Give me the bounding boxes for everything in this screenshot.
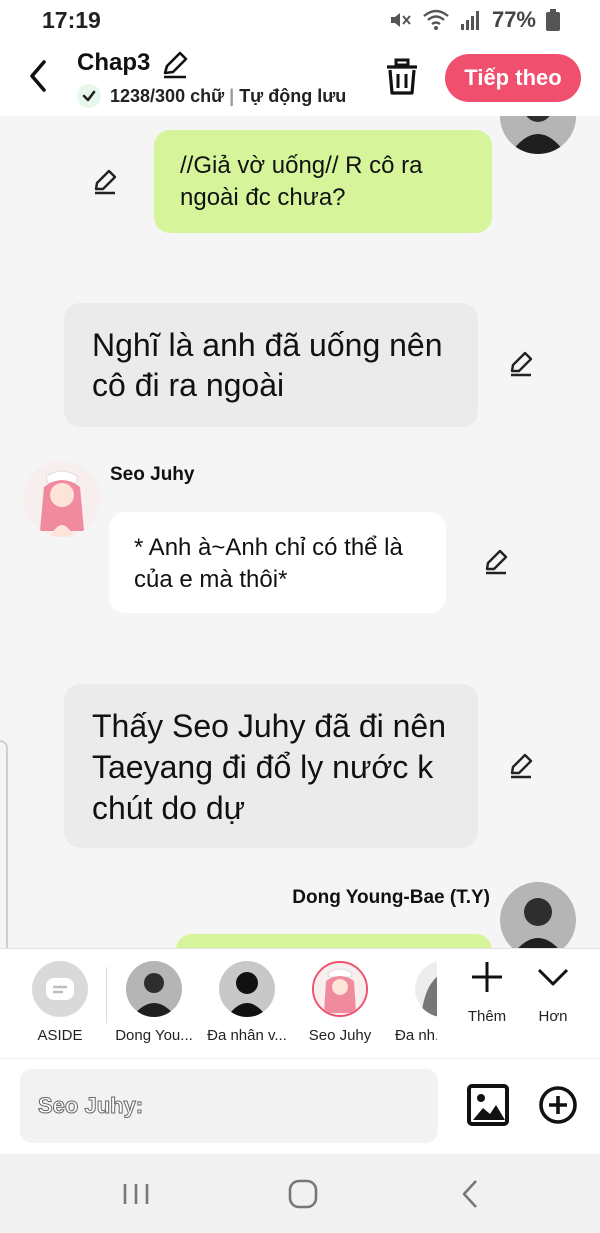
back-button[interactable] bbox=[24, 58, 56, 94]
image-icon bbox=[467, 1084, 509, 1126]
message-bubble[interactable]: * Anh à~Anh chỉ có thể là của e mà thôi* bbox=[109, 512, 446, 613]
battery-icon bbox=[546, 9, 560, 31]
plus-icon bbox=[472, 962, 502, 992]
character-da-nhan-vat[interactable]: Đa nhân v... bbox=[201, 961, 293, 1044]
word-count-value: 1238/300 chữ bbox=[110, 86, 225, 106]
edit-message-icon[interactable] bbox=[482, 548, 510, 576]
more-label: Hơn bbox=[538, 1008, 568, 1025]
avatar bbox=[415, 961, 437, 1017]
delete-button[interactable] bbox=[385, 58, 419, 96]
avatar-dong-young-bae[interactable] bbox=[500, 882, 576, 948]
wifi-icon bbox=[422, 8, 450, 32]
narration-bubble[interactable]: Nghĩ là anh đã uống nên cô đi ra ngoài bbox=[64, 303, 478, 427]
system-nav-bar bbox=[0, 1154, 600, 1233]
avatar bbox=[126, 961, 182, 1017]
plus-circle-icon bbox=[539, 1086, 577, 1124]
word-count: 1238/300 chữ | Tự động lưu bbox=[110, 86, 347, 106]
system-back-button[interactable] bbox=[452, 1176, 492, 1212]
signal-icon bbox=[460, 9, 482, 31]
recents-icon bbox=[123, 1184, 149, 1204]
saved-check-icon bbox=[77, 84, 101, 108]
edit-title-icon[interactable] bbox=[160, 50, 190, 80]
character-dong-young-bae[interactable]: Dong You... bbox=[108, 961, 200, 1044]
character-aside[interactable]: ASIDE bbox=[14, 961, 106, 1044]
home-button[interactable] bbox=[283, 1176, 323, 1212]
edit-message-icon[interactable] bbox=[507, 752, 535, 780]
chat-area[interactable]: //Giả vờ uống// R cô ra ngoài đc chưa? N… bbox=[0, 116, 600, 948]
autosave-label: Tự động lưu bbox=[239, 86, 347, 106]
add-label: Thêm bbox=[467, 1008, 507, 1025]
next-button[interactable]: Tiếp theo bbox=[445, 54, 581, 102]
edit-message-icon[interactable] bbox=[91, 168, 119, 196]
add-more-button[interactable] bbox=[538, 1085, 578, 1125]
narration-bubble[interactable]: Thấy Seo Juhy đã đi nên Taeyang đi đổ ly… bbox=[64, 684, 478, 848]
input-speaker-label: Seo Juhy: bbox=[37, 1093, 144, 1119]
chevron-left-icon bbox=[30, 60, 46, 92]
editor-header: Chap3 1238/300 chữ | Tự động lưu Tiếp th… bbox=[0, 42, 600, 116]
battery-percent: 77% bbox=[491, 7, 536, 32]
mute-icon bbox=[388, 8, 412, 32]
speaker-name: Seo Juhy bbox=[110, 464, 195, 485]
trash-icon bbox=[387, 58, 417, 95]
narration-text: Nghĩ là anh đã uống nên cô đi ra ngoài bbox=[92, 327, 443, 403]
message-text: * Anh à~Anh chỉ có thể là của e mà thôi* bbox=[134, 534, 403, 593]
insert-image-button[interactable] bbox=[466, 1083, 510, 1127]
status-time: 17:19 bbox=[42, 7, 101, 33]
back-icon bbox=[462, 1180, 477, 1208]
message-text: //Giả vờ uống// R cô ra ngoài đc chưa? bbox=[180, 152, 423, 211]
strip-divider bbox=[106, 967, 107, 1023]
more-button[interactable]: Hơn bbox=[523, 959, 583, 1025]
edit-message-icon[interactable] bbox=[507, 350, 535, 378]
chevron-down-icon bbox=[537, 968, 569, 986]
character-name: Đa nh... bbox=[395, 1027, 437, 1044]
character-name: Dong You... bbox=[115, 1027, 193, 1044]
input-row: Seo Juhy: bbox=[0, 1058, 600, 1154]
avatar bbox=[219, 961, 275, 1017]
message-bubble[interactable] bbox=[176, 934, 492, 948]
avatar-dong-young-bae[interactable] bbox=[500, 116, 576, 154]
message-bubble[interactable]: //Giả vờ uống// R cô ra ngoài đc chưa? bbox=[154, 130, 492, 233]
character-name: Đa nhân v... bbox=[207, 1027, 287, 1044]
avatar-seo-juhy[interactable] bbox=[24, 461, 100, 537]
status-bar: 17:19 77% bbox=[0, 0, 600, 42]
character-seo-juhy[interactable]: Seo Juhy bbox=[294, 961, 386, 1044]
speaker-name: Dong Young-Bae (T.Y) bbox=[292, 887, 490, 908]
chapter-title[interactable]: Chap3 bbox=[77, 49, 150, 77]
status-icons: 77% bbox=[388, 7, 560, 33]
character-name: ASIDE bbox=[37, 1027, 83, 1044]
add-character-button[interactable]: Thêm bbox=[457, 959, 517, 1025]
home-icon bbox=[288, 1179, 318, 1209]
side-drawer-handle[interactable] bbox=[0, 740, 8, 948]
character-da-nhan-vat-2[interactable]: Đa nh... bbox=[387, 961, 437, 1044]
recent-apps-button[interactable] bbox=[116, 1176, 156, 1212]
narration-text: Thấy Seo Juhy đã đi nên Taeyang đi đổ ly… bbox=[92, 708, 447, 826]
character-name: Seo Juhy bbox=[308, 1027, 372, 1044]
avatar bbox=[312, 961, 368, 1017]
character-selector: ASIDE Dong You... Đa nhân v... Seo Juhy … bbox=[0, 948, 600, 1058]
message-input[interactable]: Seo Juhy: bbox=[20, 1069, 438, 1143]
aside-icon bbox=[32, 961, 88, 1017]
